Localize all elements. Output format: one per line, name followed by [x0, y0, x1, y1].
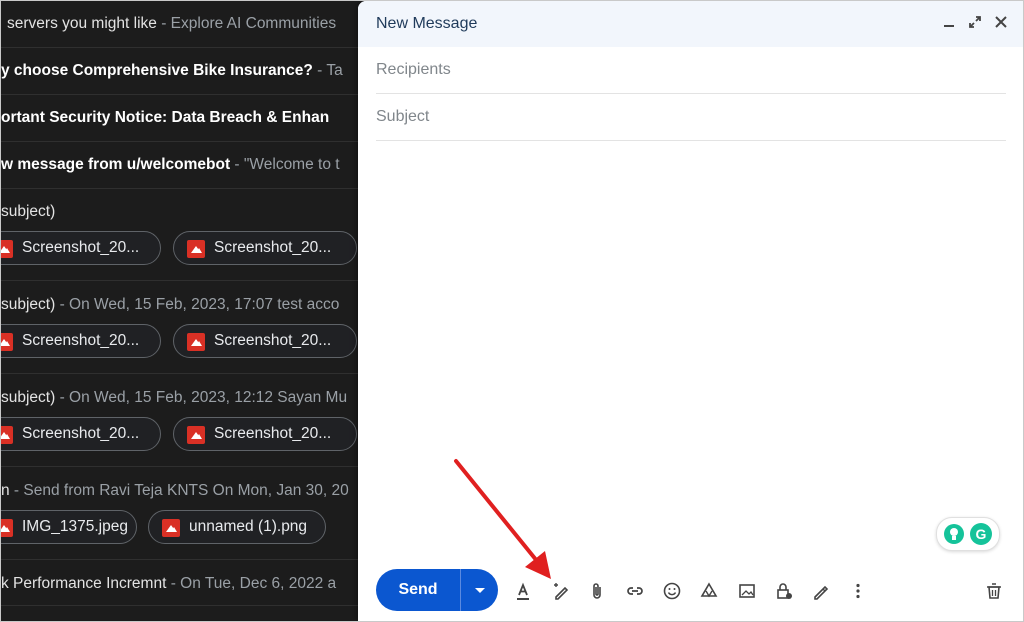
- confidential-icon[interactable]: [773, 580, 795, 602]
- row-subject: y choose Comprehensive Bike Insurance?: [1, 62, 313, 79]
- divider: [1, 373, 361, 374]
- row-snippet: - Ta: [312, 62, 343, 79]
- image-icon: [162, 519, 180, 537]
- attachment-name: unnamed (1).png: [189, 518, 308, 535]
- minimize-icon[interactable]: [941, 15, 957, 33]
- attachment-chip[interactable]: Screenshot_20...: [1, 324, 161, 358]
- grammarly-widget[interactable]: G: [936, 517, 1000, 551]
- formatting-icon[interactable]: [512, 580, 534, 602]
- row-subject: subject): [1, 389, 56, 406]
- compose-title: New Message: [376, 15, 478, 32]
- attachment-name: Screenshot_20...: [214, 332, 332, 349]
- row-subject: subject): [1, 203, 56, 220]
- expand-icon[interactable]: [967, 15, 983, 33]
- row-snippet: - Explore AI Communities: [156, 15, 337, 32]
- message-body[interactable]: [376, 143, 1006, 503]
- inbox-row[interactable]: subject): [1, 203, 361, 221]
- attachment-name: Screenshot_20...: [22, 239, 140, 256]
- row-subject: k Performance Incremnt: [1, 575, 167, 592]
- divider: [1, 47, 361, 48]
- attachment-chip[interactable]: unnamed (1).png: [148, 510, 326, 544]
- inbox-row[interactable]: ortant Security Notice: Data Breach & En…: [1, 109, 361, 127]
- recipients-field[interactable]: Recipients: [376, 48, 1006, 94]
- divider: [1, 188, 361, 189]
- row-subject: ortant Security Notice: Data Breach & En…: [1, 109, 330, 126]
- subject-field[interactable]: Subject: [376, 95, 1006, 141]
- attachment-chip[interactable]: Screenshot_20...: [1, 417, 161, 451]
- help-me-write-icon[interactable]: [550, 580, 572, 602]
- inbox-row[interactable]: w message from u/welcomebot - "Welcome t…: [1, 156, 361, 174]
- divider: [1, 466, 361, 467]
- row-subject: n: [1, 482, 10, 499]
- compose-header[interactable]: New Message: [358, 1, 1023, 47]
- divider: [1, 559, 361, 560]
- emoji-icon[interactable]: [661, 580, 683, 602]
- divider: [1, 605, 361, 606]
- screen: servers you might like - Explore AI Comm…: [0, 0, 1024, 622]
- inbox-row[interactable]: y choose Comprehensive Bike Insurance? -…: [1, 62, 361, 80]
- divider: [1, 280, 361, 281]
- row-subject: subject): [1, 296, 56, 313]
- grammarly-icon[interactable]: G: [970, 523, 992, 545]
- signature-icon[interactable]: [810, 580, 832, 602]
- inbox-row[interactable]: subject) - On Wed, 15 Feb, 2023, 12:12 S…: [1, 389, 361, 407]
- drive-icon[interactable]: [698, 580, 720, 602]
- attachment-chip[interactable]: Screenshot_20...: [173, 324, 357, 358]
- row-snippet: - On Wed, 15 Feb, 2023, 17:07 test acco: [55, 296, 340, 313]
- header-controls: [941, 15, 1009, 33]
- row-snippet: - "Welcome to t: [230, 156, 340, 173]
- divider: [1, 94, 361, 95]
- compose-window: New Message Recipients Subject G Send: [358, 1, 1023, 621]
- attach-icon[interactable]: [586, 580, 608, 602]
- attachment-chip[interactable]: Screenshot_20...: [173, 231, 357, 265]
- row-snippet: - On Wed, 15 Feb, 2023, 12:12 Sayan Mu: [55, 389, 348, 406]
- image-icon: [1, 333, 13, 351]
- row-subject: servers you might like: [7, 15, 157, 32]
- image-icon: [187, 426, 205, 444]
- row-snippet: - Send from Ravi Teja KNTS On Mon, Jan 3…: [9, 482, 349, 499]
- row-subject: w message from u/welcomebot: [1, 156, 231, 173]
- inbox-row[interactable]: subject) - On Wed, 15 Feb, 2023, 17:07 t…: [1, 296, 361, 314]
- attachment-name: Screenshot_20...: [22, 332, 140, 349]
- image-icon: [187, 333, 205, 351]
- inbox-list: servers you might like - Explore AI Comm…: [1, 1, 361, 621]
- inbox-row[interactable]: n - Send from Ravi Teja KNTS On Mon, Jan…: [1, 482, 361, 500]
- image-icon: [187, 240, 205, 258]
- attachment-chip[interactable]: IMG_1375.jpeg: [1, 510, 137, 544]
- image-icon: [1, 240, 13, 258]
- send-button[interactable]: Send: [376, 569, 460, 611]
- attachment-chip[interactable]: Screenshot_20...: [1, 231, 161, 265]
- attachment-name: Screenshot_20...: [22, 425, 140, 442]
- image-icon: [1, 519, 13, 537]
- attachment-name: IMG_1375.jpeg: [22, 518, 128, 535]
- attachment-name: Screenshot_20...: [214, 425, 332, 442]
- subject-placeholder: Subject: [376, 108, 430, 125]
- inbox-row[interactable]: k Performance Incremnt - On Tue, Dec 6, …: [1, 575, 361, 593]
- recipients-placeholder: Recipients: [376, 61, 451, 78]
- photo-icon[interactable]: [736, 580, 758, 602]
- attachment-chip[interactable]: Screenshot_20...: [173, 417, 357, 451]
- send-button-group: Send: [376, 569, 498, 611]
- image-icon: [1, 426, 13, 444]
- schedule-send-dropdown-icon[interactable]: [461, 569, 498, 611]
- row-snippet: - On Tue, Dec 6, 2022 a: [166, 575, 337, 592]
- more-options-icon[interactable]: [847, 580, 869, 602]
- inbox-row[interactable]: servers you might like - Explore AI Comm…: [7, 15, 361, 33]
- grammarly-bulb-icon[interactable]: [944, 524, 964, 544]
- discard-icon[interactable]: [983, 580, 1005, 602]
- attachment-name: Screenshot_20...: [214, 239, 332, 256]
- divider: [1, 141, 361, 142]
- link-icon[interactable]: [624, 580, 646, 602]
- close-icon[interactable]: [993, 15, 1009, 33]
